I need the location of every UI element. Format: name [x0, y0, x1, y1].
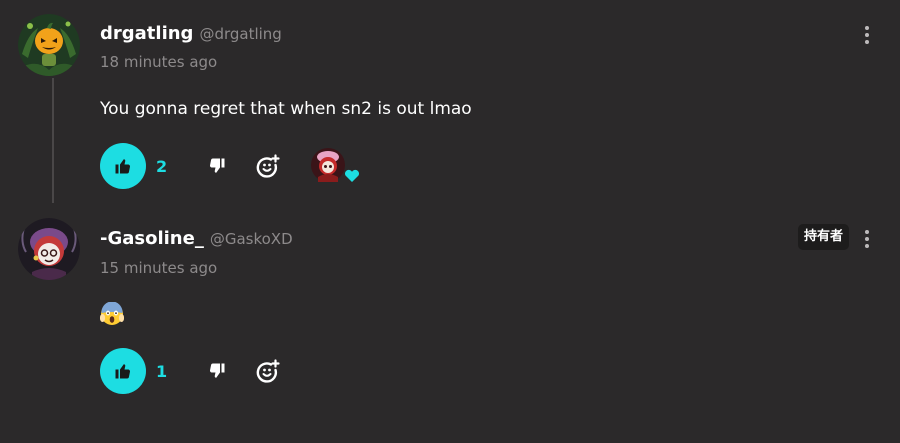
- timestamp: 18 minutes ago: [100, 53, 218, 71]
- dislike-button[interactable]: [204, 153, 230, 179]
- more-dot: [865, 26, 869, 30]
- creator-avatar-icon: [311, 148, 345, 182]
- thumbs-down-icon: [209, 363, 225, 378]
- thumbs-up-icon: [115, 159, 131, 174]
- timestamp: 15 minutes ago: [100, 259, 218, 277]
- add-emoji-icon: [256, 359, 280, 383]
- pumpkin-character-avatar-icon: [18, 14, 80, 76]
- username-text[interactable]: -Gasoline_: [100, 228, 204, 249]
- user-handle: @GaskoXD: [209, 230, 293, 248]
- username-text[interactable]: drgatling: [100, 23, 193, 44]
- thumbs-up-icon: [115, 364, 131, 379]
- more-dot: [865, 230, 869, 234]
- username[interactable]: drgatling @drgatling: [100, 23, 282, 44]
- more-dot: [865, 237, 869, 241]
- comment: drgatling @drgatling 18 minutes ago You g…: [0, 0, 900, 205]
- avatar[interactable]: [18, 14, 80, 76]
- more-dot: [865, 33, 869, 37]
- add-emoji-icon: [256, 154, 280, 178]
- thumbs-down-icon: [209, 158, 225, 173]
- comment-text: You gonna regret that when sn2 is out lm…: [100, 99, 472, 119]
- more-options-button[interactable]: [856, 226, 878, 252]
- owner-badge: 持有者: [798, 224, 850, 250]
- username[interactable]: -Gasoline_ @GaskoXD: [100, 228, 293, 249]
- like-count: 1: [156, 362, 168, 381]
- dislike-button[interactable]: [204, 358, 230, 384]
- masked-character-avatar-icon: [18, 218, 80, 280]
- more-dot: [865, 244, 869, 248]
- add-reaction-button[interactable]: [254, 152, 282, 180]
- creator-heart: [310, 147, 360, 187]
- like-button[interactable]: [100, 348, 146, 394]
- like-count: 2: [156, 157, 168, 176]
- user-handle: @drgatling: [199, 25, 282, 43]
- comment: -Gasoline_ @GaskoXD 15 minutes ago 持有者 1: [0, 205, 900, 443]
- face-screaming-in-fear-icon: [99, 301, 125, 325]
- more-options-button[interactable]: [856, 22, 878, 48]
- avatar[interactable]: [18, 218, 80, 280]
- add-reaction-button[interactable]: [254, 357, 282, 385]
- like-button[interactable]: [100, 143, 146, 189]
- more-dot: [865, 40, 869, 44]
- comment-emoji: [99, 301, 125, 326]
- heart-icon: [344, 169, 360, 182]
